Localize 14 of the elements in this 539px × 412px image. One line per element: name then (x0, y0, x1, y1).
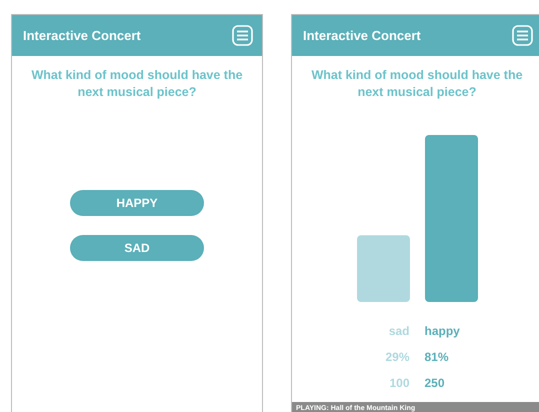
percent-value: 29% (385, 350, 410, 364)
percent-value: 81% (424, 350, 449, 364)
question-text: What kind of mood should have the next musical piece? (30, 67, 244, 101)
mood-label: sad (388, 324, 410, 338)
app-title: Interactive Concert (303, 28, 421, 43)
mood-label: happy (424, 324, 460, 338)
vote-count: 100 (389, 376, 410, 390)
vote-button[interactable]: SAD (70, 235, 204, 261)
vote-count: 250 (424, 376, 445, 390)
vote-button[interactable]: HAPPY (70, 190, 204, 216)
menu-icon[interactable] (232, 25, 253, 46)
menu-icon[interactable] (512, 25, 533, 46)
app-title: Interactive Concert (23, 28, 141, 43)
question-text: What kind of mood should have the next musical piece? (310, 67, 524, 101)
